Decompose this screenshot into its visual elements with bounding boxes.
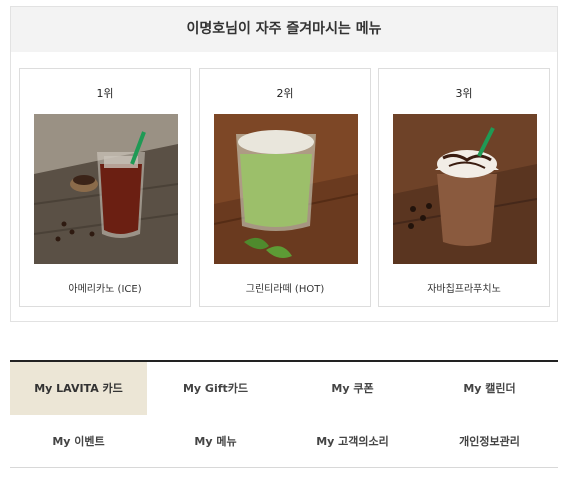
my-menu-coupon[interactable]: My 쿠폰 xyxy=(284,362,421,415)
my-menu-lavita-card[interactable]: My LAVITA 카드 xyxy=(10,362,147,415)
my-menu-customer-voice[interactable]: My 고객의소리 xyxy=(284,415,421,468)
favorite-menu-card-3[interactable]: 3위 자바칩프라푸치노 xyxy=(378,68,550,307)
my-menu-gift-card[interactable]: My Gift카드 xyxy=(147,362,284,415)
rank-label: 1위 xyxy=(96,87,114,100)
favorite-menu-panel: 이명호님이 자주 즐겨마시는 메뉴 1위 아메리카노 (ICE) 2위 그린티라… xyxy=(10,6,558,322)
my-menu-privacy-settings[interactable]: 개인정보관리 xyxy=(421,415,558,468)
rank-label: 2위 xyxy=(276,87,294,100)
favorite-menu-card-2[interactable]: 2위 그린티라떼 (HOT) xyxy=(199,68,371,307)
java-chip-frappuccino-image[interactable] xyxy=(393,114,537,264)
my-menu-calendar[interactable]: My 캘린더 xyxy=(421,362,558,415)
menu-name: 아메리카노 (ICE) xyxy=(68,284,142,295)
menu-name: 그린티라떼 (HOT) xyxy=(245,284,325,295)
my-menu-menu[interactable]: My 메뉴 xyxy=(147,415,284,468)
green-tea-latte-image[interactable] xyxy=(214,114,358,264)
my-menu-grid: My LAVITA 카드 My Gift카드 My 쿠폰 My 캘린더 My 이… xyxy=(10,360,558,468)
menu-name: 자바칩프라푸치노 xyxy=(427,284,501,295)
iced-americano-image[interactable] xyxy=(34,114,178,264)
favorite-menu-card-1[interactable]: 1위 아메리카노 (ICE) xyxy=(19,68,191,307)
rank-label: 3위 xyxy=(455,87,473,100)
my-menu-event[interactable]: My 이벤트 xyxy=(10,415,147,468)
favorite-menu-title: 이명호님이 자주 즐겨마시는 메뉴 xyxy=(11,7,557,52)
